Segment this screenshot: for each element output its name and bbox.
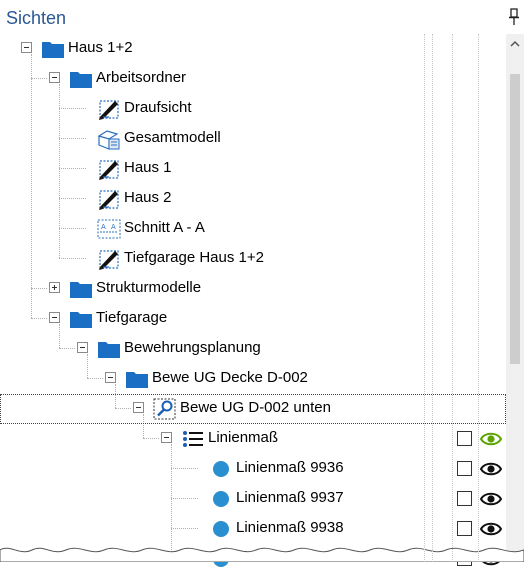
scroll-up-icon[interactable] — [509, 38, 521, 50]
tree-item-label: Arbeitsordner — [96, 69, 187, 86]
tree-item-label: Draufsicht — [124, 99, 192, 116]
tree-item[interactable]: Draufsicht — [0, 94, 506, 124]
folder-icon — [41, 38, 65, 60]
panel-titlebar: Sichten — [0, 0, 524, 34]
dot-icon — [209, 518, 233, 540]
collapse-icon[interactable] — [49, 72, 60, 83]
search-view-icon — [153, 398, 177, 420]
list-icon — [181, 428, 205, 450]
pencil-view-icon — [97, 188, 121, 210]
column-separator — [424, 34, 425, 562]
vertical-scrollbar[interactable] — [506, 34, 524, 562]
tree-item[interactable]: A A Schnitt A - A — [0, 214, 506, 244]
column-separator — [432, 34, 433, 562]
visibility-checkbox[interactable] — [457, 521, 472, 536]
tree-item[interactable]: Bewe UG D-002 unten — [0, 394, 506, 424]
dot-icon — [209, 458, 233, 480]
eye-icon[interactable] — [479, 521, 503, 537]
eye-icon[interactable] — [479, 431, 503, 447]
tree-item-label: Tiefgarage — [96, 309, 168, 326]
torn-edge — [0, 547, 524, 562]
tree-item[interactable]: Linienmaß 9938 — [0, 514, 506, 544]
folder-icon — [69, 278, 93, 300]
tree-item[interactable]: Haus 1 — [0, 154, 506, 184]
tree-item[interactable]: Linienmaß — [0, 424, 506, 454]
expand-icon[interactable] — [49, 282, 60, 293]
panel-title: Sichten — [6, 8, 67, 28]
eye-icon[interactable] — [479, 461, 503, 477]
tree-item[interactable]: Haus 1+2 — [0, 34, 506, 64]
tree-item-label: Haus 1+2 — [68, 39, 133, 56]
pin-icon[interactable] — [508, 8, 520, 26]
column-separator — [478, 34, 479, 562]
tree-item[interactable]: Tiefgarage Haus 1+2 — [0, 244, 506, 274]
tree-item[interactable]: Linienmaß 9936 — [0, 454, 506, 484]
tree-item[interactable]: Tiefgarage — [0, 304, 506, 334]
tree-item-label: Linienmaß 9936 — [236, 459, 344, 476]
tree-item-label: Schnitt A - A — [124, 219, 205, 236]
tree-item-label: Linienmaß 9938 — [236, 519, 344, 536]
dot-icon — [209, 488, 233, 510]
tree-item-label: Strukturmodelle — [96, 279, 202, 296]
folder-icon — [69, 308, 93, 330]
collapse-icon[interactable] — [77, 342, 88, 353]
tree-item-label: Haus 1 — [124, 159, 172, 176]
eye-icon[interactable] — [479, 491, 503, 507]
collapse-icon[interactable] — [49, 312, 60, 323]
collapse-icon[interactable] — [105, 372, 116, 383]
pencil-view-icon — [97, 248, 121, 270]
tree-item-label: Haus 2 — [124, 189, 172, 206]
tree-item[interactable]: Bewehrungsplanung — [0, 334, 506, 364]
folder-icon — [97, 338, 121, 360]
pencil-view-icon — [97, 158, 121, 180]
tree-item-label: Bewe UG D-002 unten — [180, 399, 331, 416]
views-panel: Sichten Haus 1+2 Arbeitsordner Draufsicht G… — [0, 0, 524, 567]
visibility-checkbox[interactable] — [457, 491, 472, 506]
collapse-icon[interactable] — [161, 432, 172, 443]
svg-text:A: A — [111, 223, 116, 231]
tree-item[interactable]: Haus 2 — [0, 184, 506, 214]
collapse-icon[interactable] — [133, 402, 144, 413]
column-separator — [452, 34, 453, 562]
folder-icon — [69, 68, 93, 90]
scrollbar-thumb[interactable] — [510, 74, 520, 364]
tree-item-label: Gesamtmodell — [124, 129, 221, 146]
tree-item-label: Linienmaß 9937 — [236, 489, 344, 506]
tree-item[interactable]: Bewe UG Decke D-002 — [0, 364, 506, 394]
tree-item-label: Linienmaß — [208, 429, 279, 446]
views-tree: Haus 1+2 Arbeitsordner Draufsicht Gesamtmod… — [0, 34, 506, 567]
tree-item[interactable]: Linienmaß 9937 — [0, 484, 506, 514]
tree-item-label: Bewehrungsplanung — [124, 339, 261, 356]
model-view-icon — [97, 128, 121, 150]
pencil-view-icon — [97, 98, 121, 120]
collapse-icon[interactable] — [21, 42, 32, 53]
folder-icon — [125, 368, 149, 390]
tree-item[interactable]: Gesamtmodell — [0, 124, 506, 154]
tree-item[interactable]: Arbeitsordner — [0, 64, 506, 94]
visibility-checkbox[interactable] — [457, 431, 472, 446]
tree-item[interactable]: Strukturmodelle — [0, 274, 506, 304]
svg-text:A: A — [101, 223, 106, 231]
section-icon: AA — [97, 218, 121, 240]
tree-item-label: Bewe UG Decke D-002 — [152, 369, 308, 386]
tree-item-label: Tiefgarage Haus 1+2 — [124, 249, 264, 266]
visibility-checkbox[interactable] — [457, 461, 472, 476]
